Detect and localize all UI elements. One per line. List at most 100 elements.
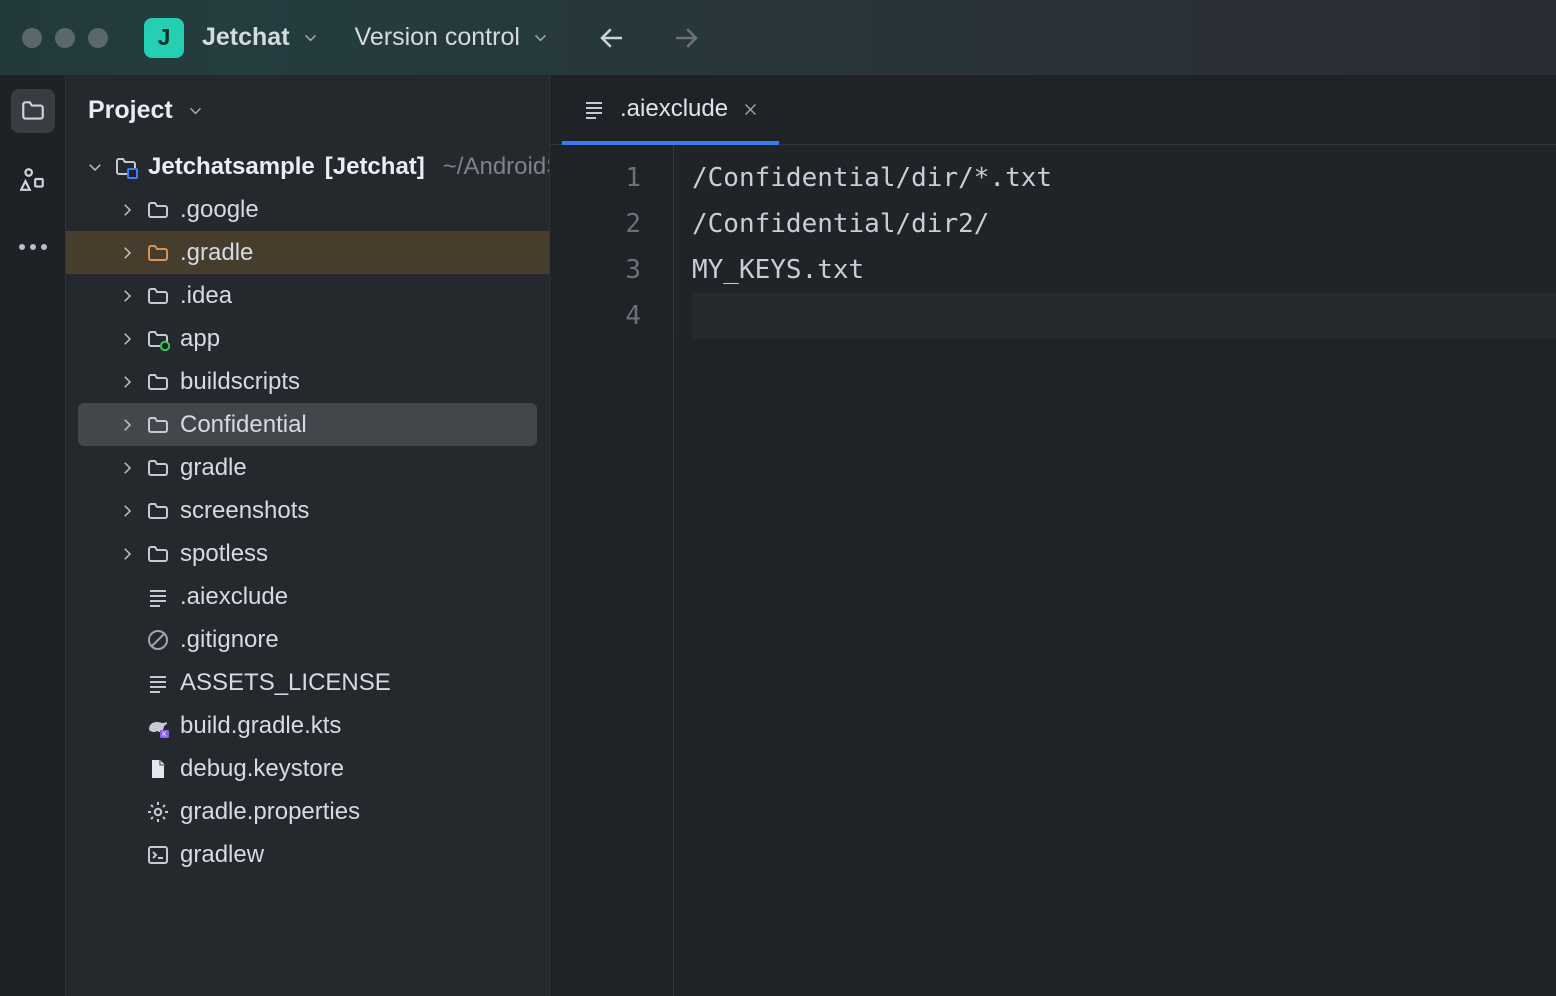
zoom-window[interactable] — [88, 28, 108, 48]
tree-item-label: buildscripts — [180, 368, 300, 396]
tree-item[interactable]: Kbuild.gradle.kts — [66, 704, 549, 747]
code-line[interactable] — [692, 293, 1556, 339]
document-icon — [146, 757, 170, 781]
tree-item[interactable]: gradlew — [66, 833, 549, 876]
tree-item[interactable]: .gradle — [66, 231, 549, 274]
chevron-right-icon[interactable] — [118, 201, 136, 219]
window-controls — [22, 28, 108, 48]
tree-item[interactable]: buildscripts — [66, 360, 549, 403]
project-selector[interactable]: Jetchat — [202, 23, 319, 52]
file-lines-icon — [146, 671, 170, 695]
chevron-right-icon[interactable] — [118, 502, 136, 520]
expander-placeholder — [118, 760, 136, 778]
tree-root-name: Jetchatsample — [148, 153, 315, 181]
chevron-down-icon — [187, 102, 204, 119]
tree-root-bracket: [Jetchat] — [325, 153, 425, 181]
vcs-selector[interactable]: Version control — [355, 23, 549, 52]
editor-tab[interactable]: .aiexclude — [562, 74, 779, 144]
tab-filename: .aiexclude — [620, 95, 728, 123]
folder-icon — [146, 542, 170, 566]
project-panel: Project Jetchatsample [Jetchat] ~/Androi… — [66, 75, 550, 996]
expander-placeholder — [118, 631, 136, 649]
tree-item[interactable]: spotless — [66, 532, 549, 575]
folder-icon — [146, 241, 170, 265]
minimize-window[interactable] — [55, 28, 75, 48]
tree-item-label: gradle — [180, 454, 247, 482]
chevron-down-icon — [532, 29, 549, 46]
project-tree[interactable]: Jetchatsample [Jetchat] ~/AndroidSt .goo… — [66, 145, 549, 996]
gear-icon — [146, 800, 170, 824]
chevron-right-icon[interactable] — [118, 330, 136, 348]
panel-title: Project — [88, 96, 173, 125]
close-icon[interactable] — [742, 101, 759, 118]
module-folder-icon — [114, 155, 138, 179]
line-gutter: 1234 — [550, 145, 674, 996]
folder-icon — [146, 370, 170, 394]
expander-placeholder — [118, 846, 136, 864]
tree-item-label: debug.keystore — [180, 755, 344, 783]
folder-icon — [146, 284, 170, 308]
folder-icon — [20, 98, 46, 124]
code-editor[interactable]: 1234 /Confidential/dir/*.txt/Confidentia… — [550, 145, 1556, 996]
chevron-down-icon — [302, 29, 319, 46]
vcs-label: Version control — [355, 23, 520, 52]
expander-placeholder — [118, 717, 136, 735]
tree-item[interactable]: screenshots — [66, 489, 549, 532]
close-window[interactable] — [22, 28, 42, 48]
folder-icon — [146, 198, 170, 222]
editor-area: .aiexclude 1234 /Confidential/dir/*.txt/… — [550, 75, 1556, 996]
tree-item-label: gradlew — [180, 841, 264, 869]
expander-placeholder — [118, 588, 136, 606]
chevron-right-icon[interactable] — [118, 287, 136, 305]
tree-item[interactable]: ASSETS_LICENSE — [66, 661, 549, 704]
tree-item-label: .google — [180, 196, 259, 224]
svg-text:K: K — [162, 731, 167, 738]
tree-item[interactable]: debug.keystore — [66, 747, 549, 790]
tree-item-label: screenshots — [180, 497, 309, 525]
nav-back-button[interactable] — [597, 23, 627, 53]
chevron-right-icon[interactable] — [118, 416, 136, 434]
chevron-right-icon[interactable] — [118, 459, 136, 477]
panel-header[interactable]: Project — [66, 75, 549, 145]
file-lines-icon — [146, 585, 170, 609]
tree-item[interactable]: Confidential — [78, 403, 537, 446]
tree-item-label: Confidential — [180, 411, 307, 439]
tree-item[interactable]: gradle — [66, 446, 549, 489]
tree-item[interactable]: .gitignore — [66, 618, 549, 661]
tree-item-label: build.gradle.kts — [180, 712, 341, 740]
chevron-down-icon[interactable] — [86, 158, 104, 176]
tree-item-label: .idea — [180, 282, 232, 310]
file-lines-icon — [582, 97, 606, 121]
chevron-right-icon[interactable] — [118, 244, 136, 262]
chevron-right-icon[interactable] — [118, 373, 136, 391]
project-tool-button[interactable] — [11, 89, 55, 133]
tree-item-label: .gradle — [180, 239, 253, 267]
tree-item[interactable]: app — [66, 317, 549, 360]
code-line[interactable]: MY_KEYS.txt — [692, 247, 1556, 293]
gitignore-icon — [146, 628, 170, 652]
structure-icon — [20, 166, 46, 192]
code-content[interactable]: /Confidential/dir/*.txt/Confidential/dir… — [674, 145, 1556, 339]
code-line[interactable]: /Confidential/dir/*.txt — [692, 155, 1556, 201]
tree-item[interactable]: .idea — [66, 274, 549, 317]
tree-item[interactable]: .aiexclude — [66, 575, 549, 618]
tree-item-label: spotless — [180, 540, 268, 568]
line-number: 1 — [550, 155, 673, 201]
expander-placeholder — [118, 803, 136, 821]
tree-item[interactable]: .google — [66, 188, 549, 231]
expander-placeholder — [118, 674, 136, 692]
more-icon — [19, 244, 47, 250]
code-line[interactable]: /Confidential/dir2/ — [692, 201, 1556, 247]
tool-strip — [0, 75, 66, 996]
structure-tool-button[interactable] — [11, 157, 55, 201]
module-icon — [146, 327, 170, 351]
tree-item[interactable]: gradle.properties — [66, 790, 549, 833]
tree-item-label: .aiexclude — [180, 583, 288, 611]
more-tool-button[interactable] — [11, 225, 55, 269]
tree-root[interactable]: Jetchatsample [Jetchat] ~/AndroidSt — [66, 145, 549, 188]
nav-forward-button — [671, 23, 701, 53]
project-name: Jetchat — [202, 23, 290, 52]
chevron-right-icon[interactable] — [118, 545, 136, 563]
line-number: 4 — [550, 293, 673, 339]
tree-root-path: ~/AndroidSt — [443, 153, 549, 181]
